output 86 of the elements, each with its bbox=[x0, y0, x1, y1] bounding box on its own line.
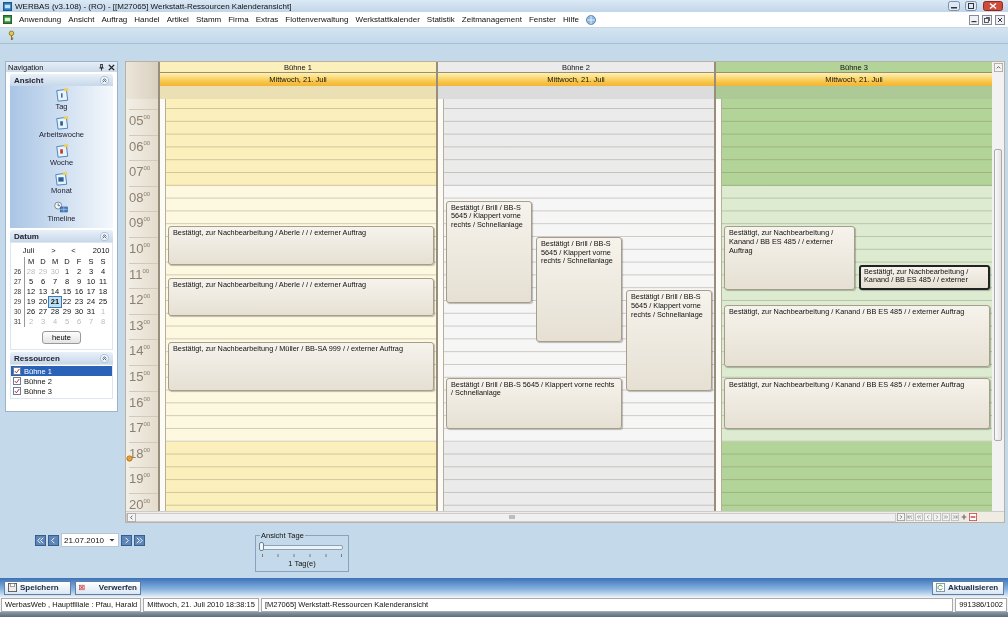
section-header[interactable]: Datum bbox=[10, 230, 113, 242]
menu-item[interactable]: Anwendung bbox=[19, 15, 62, 24]
day-column-grid[interactable] bbox=[722, 99, 992, 511]
slider-track[interactable] bbox=[261, 545, 343, 550]
remove-icon[interactable] bbox=[969, 513, 977, 521]
hour-label: 19$^{00}$ bbox=[129, 471, 151, 487]
day-column-grid[interactable] bbox=[444, 99, 714, 511]
time-column-header bbox=[126, 86, 158, 99]
scrollbar-thumb[interactable] bbox=[994, 149, 1002, 441]
menu-item[interactable]: Artikel bbox=[166, 15, 189, 24]
globe-icon[interactable] bbox=[586, 14, 597, 25]
section-header[interactable]: Ressourcen bbox=[10, 352, 113, 364]
section-header[interactable]: Ansicht bbox=[10, 74, 113, 86]
horizontal-scrollbar[interactable] bbox=[126, 512, 896, 522]
vertical-scrollbar[interactable] bbox=[992, 99, 1004, 511]
scroll-right-icon[interactable] bbox=[897, 513, 905, 521]
hour-label: 07$^{00}$ bbox=[129, 164, 151, 180]
date-field[interactable]: 21.07.2010 bbox=[61, 533, 119, 547]
action-button[interactable]: Aktualisieren bbox=[932, 580, 1004, 595]
calendar-icon bbox=[54, 172, 69, 186]
hour-label: 08$^{00}$ bbox=[129, 189, 151, 205]
discard-icon bbox=[79, 583, 85, 592]
first-icon[interactable] bbox=[35, 534, 46, 546]
restore-icon[interactable] bbox=[982, 14, 992, 25]
hour-label: 17$^{00}$ bbox=[129, 420, 151, 436]
menu-item[interactable]: Hilfe bbox=[563, 15, 580, 24]
close-icon[interactable] bbox=[981, 1, 1005, 11]
menu-item[interactable]: Werkstattkalender bbox=[355, 15, 420, 24]
key-icon[interactable] bbox=[8, 30, 15, 41]
hour-label: 20$^{00}$ bbox=[129, 496, 151, 511]
hour-label: 12$^{00}$ bbox=[129, 292, 151, 308]
hour-label: 11$^{00}$ bbox=[129, 266, 150, 282]
action-button[interactable]: Speichern bbox=[4, 580, 71, 595]
collapse-icon[interactable] bbox=[100, 231, 109, 241]
grip-icon[interactable] bbox=[509, 514, 515, 520]
minimize-icon[interactable] bbox=[947, 1, 961, 11]
time-column-header bbox=[126, 62, 158, 73]
next-icon[interactable] bbox=[121, 534, 132, 546]
hour-label: 14$^{00}$ bbox=[129, 343, 151, 359]
dropdown-icon[interactable] bbox=[108, 536, 116, 544]
collapse-icon[interactable] bbox=[100, 75, 109, 85]
section-title: Ressourcen bbox=[14, 353, 61, 363]
pin-icon[interactable] bbox=[98, 63, 105, 71]
hour-label: 09$^{00}$ bbox=[129, 215, 151, 231]
window-title: WERBAS (v3.108) - (RO) - [[M27065] Werkstatt-Ressourcen Kalenderansicht] bbox=[15, 1, 292, 11]
hour-label: 13$^{00}$ bbox=[129, 317, 151, 333]
hour-label: 18$^{00}$ bbox=[129, 445, 151, 461]
scroll-left-icon[interactable] bbox=[127, 512, 136, 522]
calendar-icon bbox=[54, 144, 69, 158]
menu-item[interactable]: Auftrag bbox=[101, 15, 128, 24]
previous-icon[interactable] bbox=[48, 534, 59, 546]
action-button[interactable]: Verwerfen bbox=[75, 580, 141, 595]
menu-item[interactable]: Stamm bbox=[195, 15, 222, 24]
add-icon[interactable] bbox=[960, 513, 968, 521]
last-icon[interactable] bbox=[134, 534, 145, 546]
menu-item[interactable]: Zeitmanagement bbox=[461, 15, 522, 24]
minimize-icon[interactable] bbox=[969, 14, 979, 25]
refresh-icon bbox=[936, 583, 945, 592]
hour-label: 06$^{00}$ bbox=[129, 138, 151, 154]
hour-label: 15$^{00}$ bbox=[129, 368, 151, 384]
menu-item[interactable]: Flottenverwaltung bbox=[285, 15, 349, 24]
app-icon[interactable] bbox=[3, 15, 12, 24]
slider-thumb[interactable] bbox=[259, 542, 264, 551]
app-icon bbox=[3, 1, 12, 11]
hour-label: 10$^{00}$ bbox=[129, 240, 151, 256]
checkbox[interactable] bbox=[13, 367, 21, 375]
menu-item[interactable]: Statistik bbox=[426, 15, 455, 24]
menu-item[interactable]: Fenster bbox=[528, 15, 556, 24]
section-title: Datum bbox=[14, 231, 40, 241]
menu-item[interactable]: Extras bbox=[255, 15, 279, 24]
checkbox[interactable] bbox=[13, 377, 21, 385]
clock-icon bbox=[54, 200, 69, 214]
maximize-icon[interactable] bbox=[964, 1, 978, 11]
menu-item[interactable]: Firma bbox=[228, 15, 249, 24]
calendar-icon bbox=[54, 116, 69, 130]
scroll-up-icon[interactable] bbox=[993, 63, 1003, 72]
close-icon[interactable] bbox=[995, 14, 1005, 25]
close-icon[interactable] bbox=[108, 63, 115, 71]
collapse-icon[interactable] bbox=[100, 353, 109, 363]
menu-item[interactable]: Ansicht bbox=[68, 15, 95, 24]
calendar-icon bbox=[54, 88, 69, 102]
menu-item[interactable]: Handel bbox=[134, 15, 160, 24]
section-title: Ansicht bbox=[14, 75, 45, 85]
checkbox[interactable] bbox=[13, 387, 21, 395]
hour-label: 05$^{00}$ bbox=[129, 113, 151, 128]
hour-label: 16$^{00}$ bbox=[129, 394, 151, 410]
